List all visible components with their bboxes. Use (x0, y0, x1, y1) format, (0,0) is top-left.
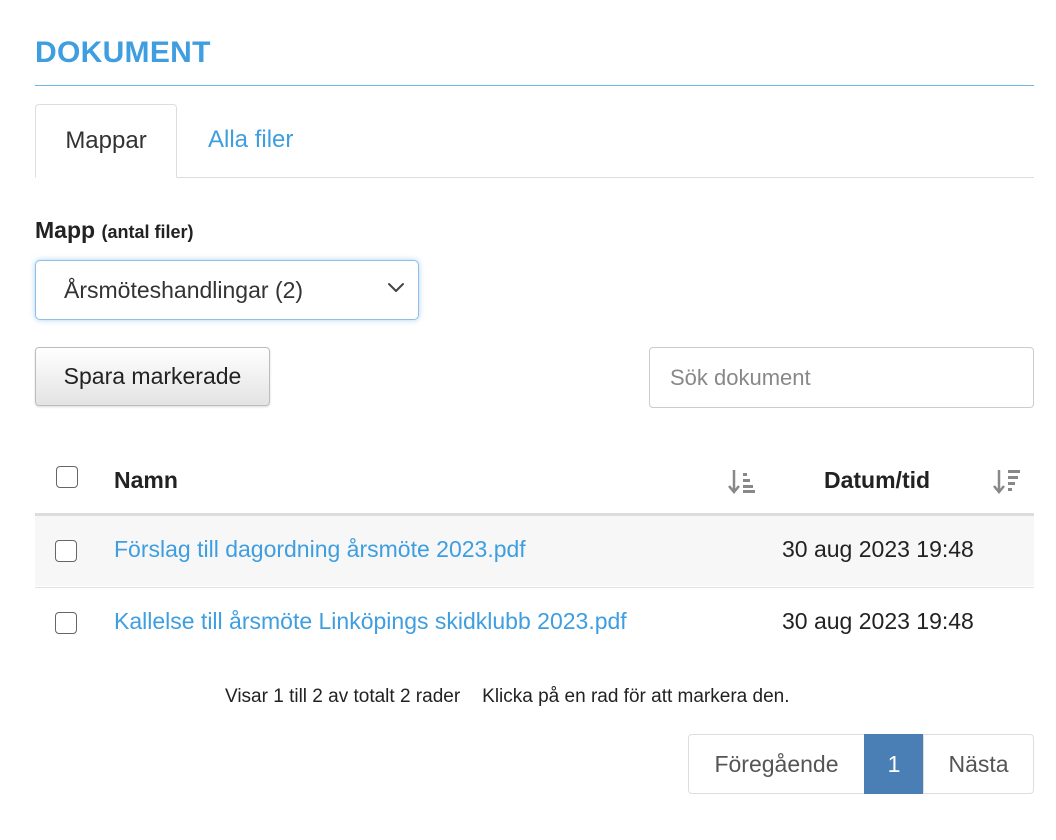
sort-ascending-icon[interactable] (728, 465, 756, 497)
folder-select-value: Årsmöteshandlingar (2) (64, 277, 304, 303)
file-link[interactable]: Förslag till dagordning årsmöte 2023.pdf (114, 536, 526, 563)
page-title: DOKUMENT (35, 36, 211, 69)
file-date: 30 aug 2023 19:48 (782, 608, 974, 634)
folder-label-text: Mapp (35, 217, 96, 243)
chevron-down-icon (388, 283, 404, 292)
save-selected-button[interactable]: Spara markerade (35, 347, 270, 406)
tab-bar-divider (35, 177, 1034, 178)
row-checkbox[interactable] (55, 612, 77, 634)
column-header-date[interactable]: Datum/tid (824, 467, 930, 494)
table-info: Visar 1 till 2 av totalt 2 rader Klicka p… (225, 686, 789, 708)
sort-descending-icon[interactable] (993, 465, 1021, 497)
tab-bar: Mappar Alla filer (35, 104, 1034, 178)
row-checkbox[interactable] (55, 540, 77, 562)
select-all-checkbox[interactable] (56, 466, 78, 488)
tab-mappar[interactable]: Mappar (35, 104, 177, 178)
pagination-previous-button[interactable]: Föregående (688, 734, 865, 794)
documents-page: DOKUMENT Mappar Alla filer Mapp (antal f… (0, 0, 1056, 840)
row-select-hint: Klicka på en rad för att markera den. (482, 686, 790, 707)
file-date: 30 aug 2023 19:48 (782, 536, 974, 562)
folder-label: Mapp (antal filer) (35, 217, 193, 244)
tab-alla-filer[interactable]: Alla filer (208, 104, 293, 178)
pagination-next-button[interactable]: Nästa (923, 734, 1034, 794)
table-row[interactable]: Kallelse till årsmöte Linköpings skidklu… (35, 587, 1034, 657)
pagination-page-1[interactable]: 1 (864, 734, 924, 794)
folder-label-hint: (antal filer) (101, 222, 194, 242)
table-row[interactable]: Förslag till dagordning årsmöte 2023.pdf… (35, 516, 1034, 586)
title-divider (35, 85, 1034, 86)
column-header-name[interactable]: Namn (114, 467, 178, 494)
folder-select[interactable]: Årsmöteshandlingar (2) (35, 260, 419, 320)
file-link[interactable]: Kallelse till årsmöte Linköpings skidklu… (114, 608, 627, 635)
row-count-text: Visar 1 till 2 av totalt 2 rader (225, 686, 461, 707)
search-input[interactable] (649, 347, 1034, 408)
